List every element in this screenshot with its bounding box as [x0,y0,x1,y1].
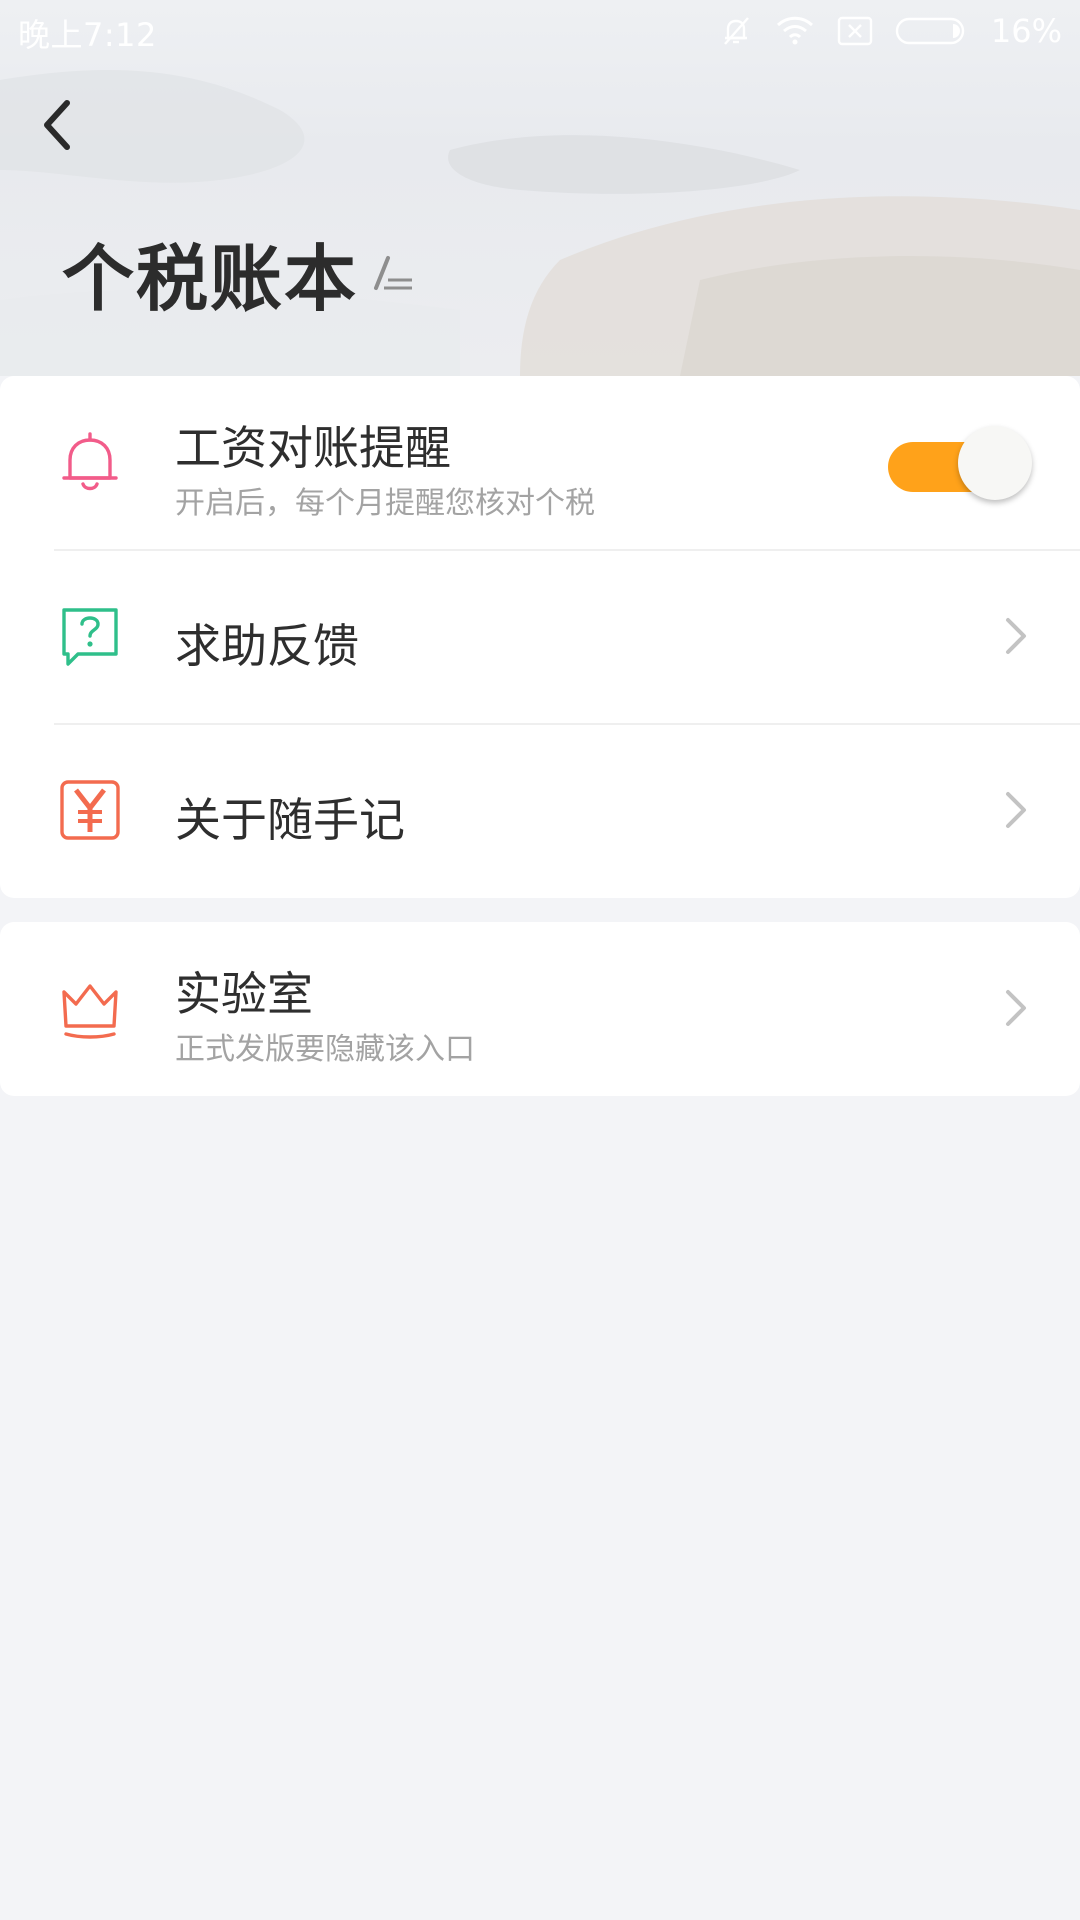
back-button[interactable] [22,90,92,160]
salary-reminder-toggle[interactable] [888,426,1032,502]
settings-row-lab[interactable]: 实验室 正式发版要隐藏该入口 [0,922,1080,1096]
crown-icon [62,984,118,1039]
chevron-right-icon [1006,618,1026,654]
chevron-right-icon [1006,792,1026,828]
chevron-right-icon [1006,990,1026,1026]
edit-pen-icon [374,256,412,290]
sim-x-icon [837,16,873,46]
screen: 晚上7:12 16% 个税账本 工资对账提醒 开启后，每个月提醒您核对个税 求助… [0,0,1080,1920]
header-banner: 晚上7:12 16% 个税账本 [0,0,1080,376]
row-title: 实验室 [175,967,313,1021]
status-time: 晚上7:12 [18,16,157,54]
row-title: 求助反馈 [175,619,359,673]
battery-icon [895,17,965,45]
bell-off-icon [723,17,749,45]
help-chat-icon [62,608,118,666]
settings-row-salary-reminder: 工资对账提醒 开启后，每个月提醒您核对个税 [0,376,1080,550]
wifi-icon [776,16,813,45]
status-icons: 16% [719,10,1062,52]
edit-title-button[interactable] [368,250,418,300]
battery-percent: 16% [990,12,1062,50]
settings-row-about[interactable]: 关于随手记 [0,724,1080,898]
status-bar: 晚上7:12 16% [0,0,1080,62]
toggle-knob [958,426,1032,500]
yuan-icon [60,780,120,840]
chevron-left-icon [44,100,70,150]
page-title: 个税账本 [62,237,359,321]
settings-card: 工资对账提醒 开启后，每个月提醒您核对个税 求助反馈 关于随手记 [0,376,1080,898]
lab-card: 实验室 正式发版要隐藏该入口 [0,922,1080,1096]
row-subtitle: 开启后，每个月提醒您核对个税 [175,486,595,521]
bell-icon [62,432,118,491]
row-subtitle: 正式发版要隐藏该入口 [175,1032,475,1067]
row-title: 工资对账提醒 [175,421,451,475]
settings-row-help-feedback[interactable]: 求助反馈 [0,550,1080,724]
row-title: 关于随手记 [175,793,405,847]
